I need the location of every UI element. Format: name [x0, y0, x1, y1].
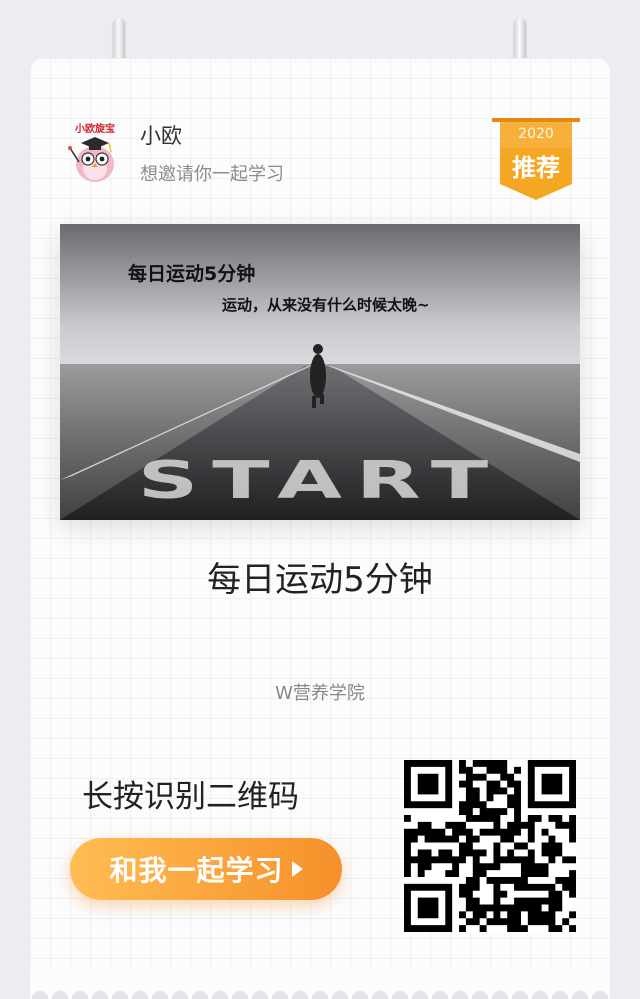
organization-name: W营养学院 [275, 683, 365, 704]
card-scalloped-edge [30, 970, 610, 999]
recommend-badge: 2020 推荐 [492, 118, 580, 202]
badge-label: 推荐 [512, 154, 560, 182]
course-title: 每日运动5分钟 [207, 560, 433, 600]
play-triangle-icon [291, 861, 303, 877]
course-cover-image: 每日运动5分钟 运动，从来没有什么时候太晚~ START [60, 224, 580, 520]
banner-subline: 运动，从来没有什么时候太晚~ [222, 296, 430, 314]
avatar-caption: 小欧旋宝 [74, 122, 115, 135]
qr-code[interactable] [404, 760, 576, 932]
user-name: 小欧 [140, 124, 182, 148]
banner-headline: 每日运动5分钟 [128, 262, 255, 285]
study-together-button[interactable]: 和我一起学习 [70, 838, 342, 900]
avatar: 小欧旋宝 [64, 120, 126, 186]
invite-text: 想邀请你一起学习 [140, 164, 284, 185]
badge-year: 2020 [518, 126, 554, 142]
road-start-text: START [138, 450, 502, 510]
scan-prompt: 长按识别二维码 [82, 779, 299, 815]
study-together-label: 和我一起学习 [109, 854, 284, 887]
